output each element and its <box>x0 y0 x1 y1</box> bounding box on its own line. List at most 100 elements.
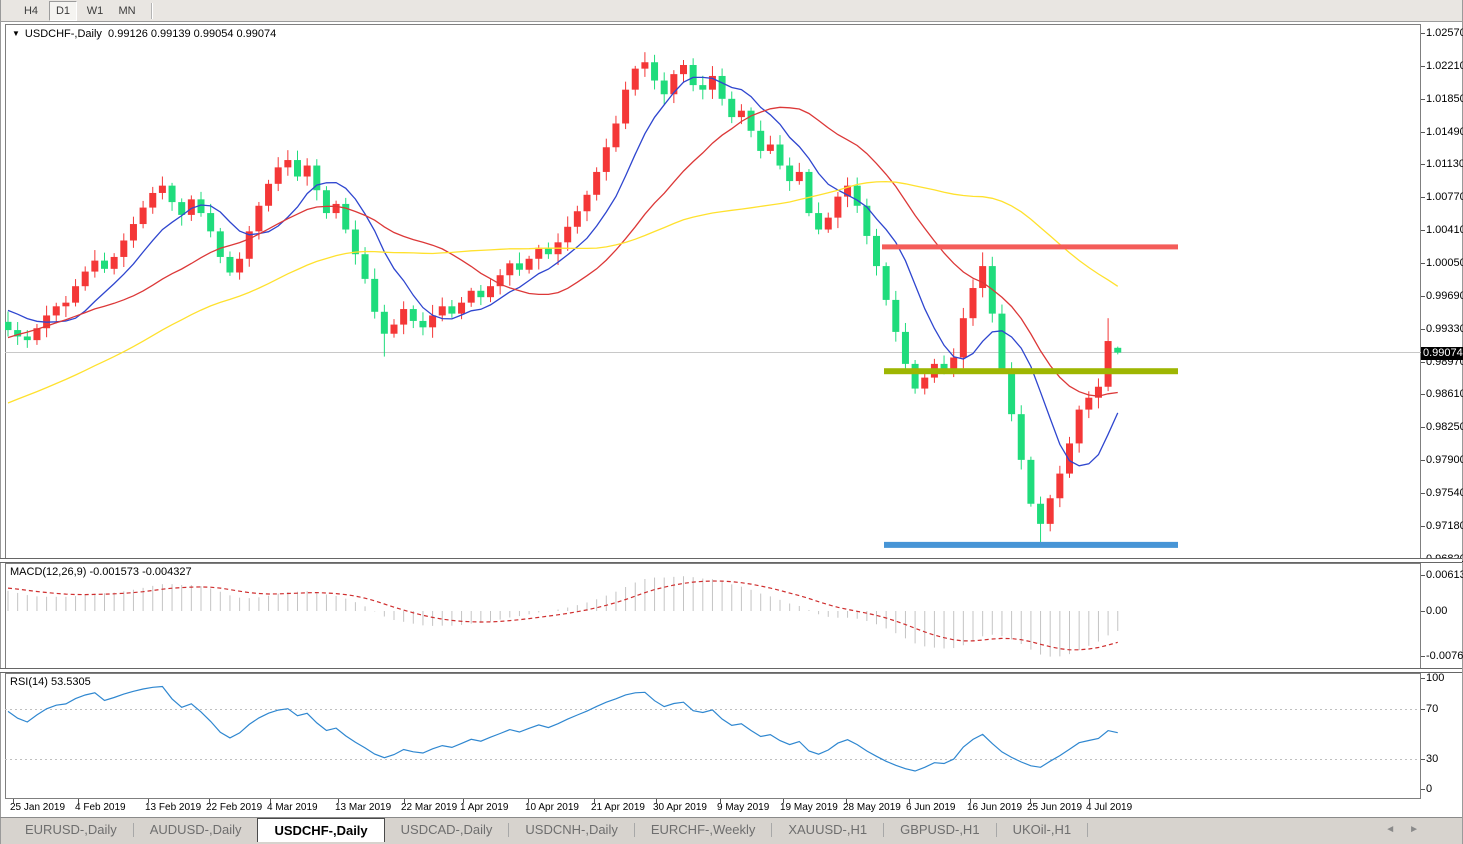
chart-tab-bar: EURUSD-,Daily AUDUSD-,Daily USDCHF-,Daily U… <box>1 818 1462 844</box>
price-axis-label: 1.00770 <box>1426 191 1463 203</box>
macd-indicator-label: MACD(12,26,9) -0.001573 -0.004327 <box>10 566 192 578</box>
date-axis-label: 16 Jun 2019 <box>967 802 1023 813</box>
price-axis-tick <box>1421 66 1425 67</box>
tab-separator <box>1087 823 1089 837</box>
price-axis-tick <box>1421 493 1425 494</box>
date-axis-label: 4 Feb 2019 <box>75 802 126 813</box>
panel-splitter-macd-rsi[interactable] <box>0 668 1462 673</box>
tab-usdcad-daily[interactable]: USDCAD-,Daily <box>385 818 509 841</box>
tab-eurchf-weekly[interactable]: EURCHF-,Weekly <box>635 818 772 841</box>
tab-scroll-right-icon[interactable]: ► <box>1409 824 1433 835</box>
tab-scroll-arrows: ◄► <box>1385 824 1433 835</box>
price-axis-tick <box>1421 99 1425 100</box>
window-border-left <box>0 0 1 844</box>
rsi-axis-tick <box>1421 678 1425 679</box>
mt4-terminal-window: { "toolbar": { "buttons": [ {"label": "H… <box>0 0 1463 844</box>
date-axis-label: 22 Mar 2019 <box>401 802 458 813</box>
timeframe-toolbar: H4 D1 W1 MN <box>1 0 1462 22</box>
rsi-axis-tick <box>1421 709 1425 710</box>
date-axis-label: 1 Apr 2019 <box>460 802 509 813</box>
date-axis-label: 10 Apr 2019 <box>525 802 579 813</box>
macd-canvas[interactable] <box>5 563 1421 669</box>
mid-support-line[interactable] <box>884 368 1178 375</box>
date-axis-label: 13 Mar 2019 <box>335 802 392 813</box>
ma-line-fast <box>7 76 1119 467</box>
main-chart-canvas[interactable] <box>5 24 1421 559</box>
ohlc-values: 0.99126 0.99139 0.99054 0.99074 <box>108 28 277 40</box>
macd-signal-line <box>7 580 1118 651</box>
price-axis-tick <box>1421 296 1425 297</box>
rsi-axis-label: 0 <box>1426 783 1433 795</box>
tab-ukoil-h1[interactable]: UKOil-,H1 <box>997 818 1088 841</box>
price-axis-tick <box>1421 329 1425 330</box>
price-axis-label: 1.00410 <box>1426 224 1463 236</box>
date-axis-label: 9 May 2019 <box>717 802 770 813</box>
price-axis-tick <box>1421 132 1425 133</box>
tab-usdcnh-daily[interactable]: USDCNH-,Daily <box>509 818 633 841</box>
tab-scroll-left-icon[interactable]: ◄ <box>1385 824 1409 835</box>
macd-axis-label: 0.00 <box>1426 605 1448 617</box>
price-axis-tick <box>1421 263 1425 264</box>
chart-title: ▼ USDCHF-,Daily 0.99126 0.99139 0.99054 0… <box>12 28 276 40</box>
candlesticks <box>5 52 1122 545</box>
price-axis-label: 0.97540 <box>1426 487 1463 499</box>
price-axis-label: 1.02210 <box>1426 60 1463 72</box>
date-axis-label: 22 Feb 2019 <box>206 802 263 813</box>
tab-xauusd-h1[interactable]: XAUUSD-,H1 <box>772 818 883 841</box>
date-axis-label: 19 May 2019 <box>780 802 838 813</box>
price-axis-label: 1.01130 <box>1426 158 1463 170</box>
support-line[interactable] <box>884 541 1178 548</box>
rsi-axis-label: 30 <box>1426 753 1439 765</box>
price-axis-tick <box>1421 427 1425 428</box>
date-axis-label: 13 Feb 2019 <box>145 802 202 813</box>
tab-audusd-daily[interactable]: AUDUSD-,Daily <box>134 818 258 841</box>
chart-dropdown-icon[interactable]: ▼ <box>12 29 20 38</box>
date-axis-label: 28 May 2019 <box>843 802 901 813</box>
panel-splitter-main-macd[interactable] <box>0 558 1462 563</box>
macd-axis-label: -0.00761 <box>1426 650 1463 662</box>
date-axis-label: 25 Jan 2019 <box>10 802 66 813</box>
price-axis-label: 0.99330 <box>1426 323 1463 335</box>
rsi-canvas[interactable] <box>5 673 1421 799</box>
macd-axis-tick <box>1421 611 1425 612</box>
timeframe-button-h4[interactable]: H4 <box>17 1 45 21</box>
price-axis-tick <box>1421 230 1425 231</box>
macd-axis-label: 0.00613 <box>1426 569 1463 581</box>
price-axis-label: 1.01490 <box>1426 126 1463 138</box>
date-axis-label: 30 Apr 2019 <box>653 802 707 813</box>
price-axis-tick <box>1421 362 1425 363</box>
price-axis-label: 0.97180 <box>1426 520 1463 532</box>
tab-usdchf-daily[interactable]: USDCHF-,Daily <box>257 818 385 842</box>
current-price-badge: 0.99074 <box>1421 347 1463 360</box>
price-axis-label: 0.97900 <box>1426 454 1463 466</box>
timeframe-button-w1[interactable]: W1 <box>81 1 109 21</box>
date-axis-label: 25 Jun 2019 <box>1027 802 1083 813</box>
tab-gbpusd-h1[interactable]: GBPUSD-,H1 <box>884 818 995 841</box>
timeframe-button-mn[interactable]: MN <box>113 1 141 21</box>
price-axis-tick <box>1421 33 1425 34</box>
price-axis-label: 0.98250 <box>1426 421 1463 433</box>
rsi-indicator-label: RSI(14) 53.5305 <box>10 676 91 688</box>
price-axis-label: 0.98610 <box>1426 388 1463 400</box>
date-axis-label: 4 Jul 2019 <box>1086 802 1133 813</box>
rsi-axis-label: 100 <box>1426 672 1445 684</box>
price-axis-tick <box>1421 394 1425 395</box>
macd-histogram <box>7 576 1119 657</box>
price-axis-label: 1.02570 <box>1426 27 1463 39</box>
rsi-axis-tick <box>1421 789 1425 790</box>
toolbar-separator <box>151 2 153 19</box>
price-axis-label: 1.01850 <box>1426 93 1463 105</box>
tab-eurusd-daily[interactable]: EURUSD-,Daily <box>9 818 133 841</box>
rsi-axis-label: 70 <box>1426 703 1439 715</box>
price-axis-tick <box>1421 164 1425 165</box>
date-axis-label: 4 Mar 2019 <box>267 802 318 813</box>
date-axis-label: 21 Apr 2019 <box>591 802 645 813</box>
price-axis-tick <box>1421 526 1425 527</box>
resistance-line[interactable] <box>882 244 1178 250</box>
price-axis-tick <box>1421 197 1425 198</box>
symbol-period-label: USDCHF-,Daily <box>24 28 102 40</box>
date-axis-label: 6 Jun 2019 <box>906 802 956 813</box>
rsi-axis-tick <box>1421 759 1425 760</box>
price-axis-tick <box>1421 460 1425 461</box>
timeframe-button-d1[interactable]: D1 <box>49 0 77 21</box>
